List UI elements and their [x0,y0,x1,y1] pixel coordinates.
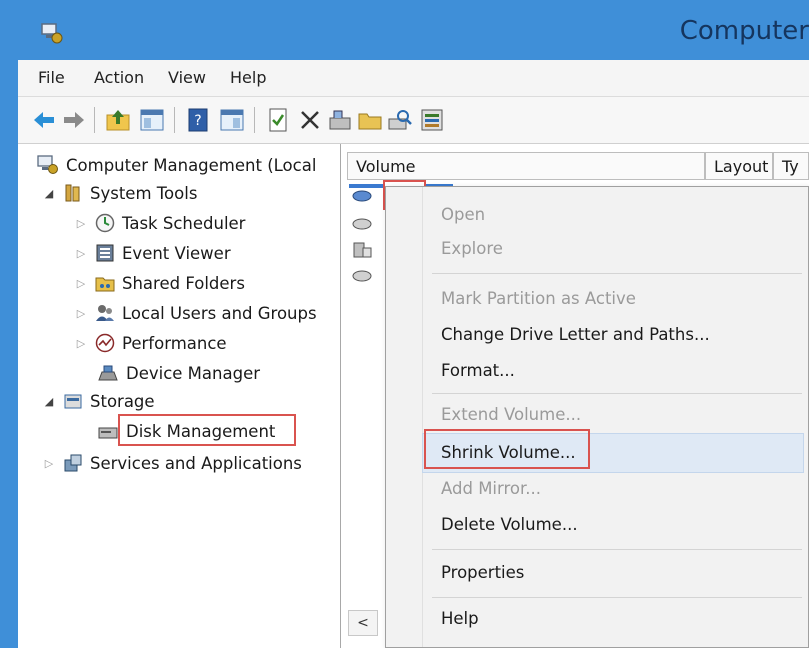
chevron-right-icon[interactable]: ▷ [74,277,88,290]
tree-item-label: Computer Management (Local [66,155,317,175]
computer-management-icon [41,23,63,44]
tree-item-local-users[interactable]: ▷ Local Users and Groups [74,300,317,326]
tree-item-performance[interactable]: ▷ Performance [74,330,227,356]
arrow-left-icon[interactable] [30,106,58,134]
delete-x-icon[interactable] [296,106,324,134]
tree-item-system-tools[interactable]: ◢ System Tools [42,180,198,206]
clock-icon [95,213,115,233]
disk-icon [98,427,118,439]
chevron-right-icon[interactable]: ▷ [42,457,56,470]
search-drive-icon[interactable] [386,106,414,134]
title-bar[interactable]: Computer [0,0,809,60]
chevron-down-icon[interactable]: ◢ [42,395,56,408]
menu-item-help[interactable]: Help [441,609,479,628]
menu-item-explore[interactable]: Explore [441,239,503,258]
menu-action[interactable]: Action [94,68,144,87]
performance-icon [95,333,115,353]
menu-item-add-mirror[interactable]: Add Mirror... [441,479,541,498]
tree-item-label: Performance [122,333,227,353]
console-tree-icon[interactable] [138,106,166,134]
action-pane-icon[interactable] [218,106,246,134]
help-book-icon[interactable]: ? [184,106,212,134]
folder-up-icon[interactable] [104,106,132,134]
open-drive-icon[interactable] [326,106,354,134]
services-icon [64,454,82,472]
properties-icon[interactable] [264,106,292,134]
toolbar: ? [18,97,809,144]
menu-bar: File Action View Help [18,60,809,97]
menu-gutter [422,187,423,647]
chevron-right-icon[interactable]: ▷ [74,307,88,320]
disk-management-highlight [118,414,296,446]
menu-item-properties[interactable]: Properties [441,563,524,582]
volume-icon[interactable] [351,268,373,284]
open-folder-icon[interactable] [356,106,384,134]
menu-item-extend-volume[interactable]: Extend Volume... [441,405,581,424]
device-manager-icon [98,365,118,381]
menu-separator [432,549,802,550]
chevron-right-icon[interactable]: ▷ [74,247,88,260]
menu-view[interactable]: View [168,68,206,87]
volume-icon[interactable] [351,216,373,232]
menu-item-open[interactable]: Open [441,205,485,224]
shrink-volume-highlight [424,429,590,469]
event-viewer-icon [96,244,114,262]
console-tree: Computer Management (Local ◢ System Tool… [18,144,341,648]
window-title: Computer [679,16,809,46]
users-icon [96,305,114,321]
tools-icon [65,184,80,202]
settings-icon[interactable] [418,106,446,134]
chevron-right-icon[interactable]: ▷ [74,217,88,230]
menu-help[interactable]: Help [230,68,266,87]
tree-item-label: Task Scheduler [122,213,246,233]
menu-separator [432,597,802,598]
tree-item-device-manager[interactable]: Device Manager [96,360,260,386]
arrow-right-icon[interactable] [60,106,88,134]
menu-file[interactable]: File [38,68,65,87]
tree-item-label: Event Viewer [122,243,231,263]
tree-item-label: Local Users and Groups [122,303,317,323]
column-header-layout[interactable]: Layout [705,152,773,180]
volume-context-menu: Open Explore Mark Partition as Active Ch… [385,186,809,648]
menu-item-change-drive-letter[interactable]: Change Drive Letter and Paths... [441,325,710,344]
tree-item-label: Device Manager [126,363,260,383]
tree-item-label: Shared Folders [122,273,245,293]
tree-item-root[interactable]: Computer Management (Local [36,152,316,178]
menu-item-delete-volume[interactable]: Delete Volume... [441,515,578,534]
toolbar-separator [254,107,255,133]
chevron-right-icon[interactable]: ▷ [74,337,88,350]
storage-icon [64,394,82,409]
tree-item-label: Services and Applications [90,453,302,473]
tree-item-task-scheduler[interactable]: ▷ Task Scheduler [74,210,246,236]
tree-item-event-viewer[interactable]: ▷ Event Viewer [74,240,231,266]
shared-folder-icon [95,277,115,292]
tree-item-services[interactable]: ▷ Services and Applications [42,450,302,476]
tree-item-shared-folders[interactable]: ▷ Shared Folders [74,270,245,296]
svg-text:?: ? [194,113,201,129]
computer-management-icon [37,155,58,174]
menu-item-format[interactable]: Format... [441,361,515,380]
column-header-type[interactable]: Ty [773,152,809,180]
toolbar-separator [94,107,95,133]
tree-item-storage[interactable]: ◢ Storage [42,388,155,414]
volume-icon[interactable] [351,188,373,204]
toolbar-separator [174,107,175,133]
column-header-volume[interactable]: Volume [347,152,705,180]
menu-separator [432,393,802,394]
chevron-down-icon[interactable]: ◢ [42,187,56,200]
tree-item-label: Storage [90,391,155,411]
tree-item-label: System Tools [90,183,198,203]
volume-icon[interactable] [351,242,373,258]
computer-management-window: Computer File Action View Help ? Compute… [0,0,809,648]
menu-item-mark-active[interactable]: Mark Partition as Active [441,289,636,308]
scroll-left-button[interactable]: < [348,610,378,636]
menu-separator [432,273,802,274]
